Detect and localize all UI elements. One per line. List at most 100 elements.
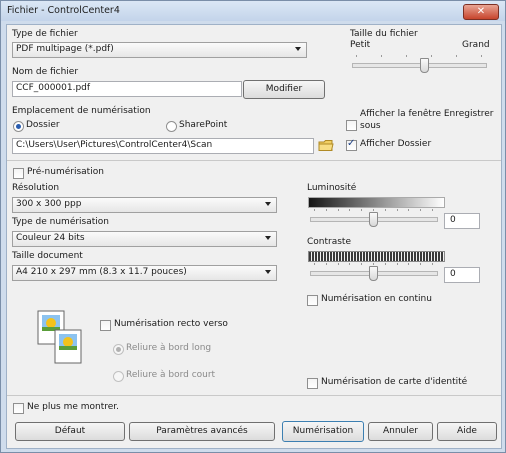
contrast-value-field[interactable]: 0 bbox=[444, 267, 480, 283]
scan-location-label: Emplacement de numérisation bbox=[12, 106, 151, 116]
slider-tick bbox=[349, 209, 350, 211]
divider bbox=[7, 160, 501, 161]
folder-radio-label[interactable]: Dossier bbox=[26, 120, 60, 130]
show-folder-label[interactable]: Afficher Dossier bbox=[360, 139, 431, 149]
file-name-value: CCF_000001.pdf bbox=[16, 83, 91, 93]
show-save-window-checkbox[interactable] bbox=[346, 120, 357, 131]
duplex-checkbox[interactable] bbox=[100, 320, 111, 331]
folder-icon bbox=[318, 140, 334, 151]
chevron-down-icon bbox=[295, 47, 301, 51]
document-size-value: A4 210 x 297 mm (8.3 x 11.7 pouces) bbox=[16, 267, 187, 277]
title-bar: Fichier - ControlCenter4 ✕ bbox=[1, 1, 505, 21]
slider-tick bbox=[349, 263, 350, 265]
dont-show-checkbox[interactable] bbox=[13, 403, 24, 414]
slider-tick bbox=[338, 263, 339, 265]
file-size-small-label: Petit bbox=[350, 40, 371, 50]
window-title: Fichier - ControlCenter4 bbox=[7, 5, 120, 16]
dont-show-label[interactable]: Ne plus me montrer. bbox=[27, 402, 119, 412]
file-size-large-label: Grand bbox=[462, 40, 490, 50]
folder-radio[interactable] bbox=[13, 121, 24, 132]
folder-browse-button[interactable] bbox=[318, 139, 334, 152]
contrast-thumb[interactable] bbox=[369, 266, 378, 281]
scan-type-label: Type de numérisation bbox=[12, 217, 110, 227]
duplex-pages-icon bbox=[37, 310, 85, 366]
slider-tick bbox=[361, 263, 362, 265]
short-edge-label[interactable]: Reliure à bord court bbox=[126, 370, 215, 380]
slider-tick bbox=[432, 209, 433, 211]
brightness-gradient bbox=[308, 197, 445, 208]
id-card-scan-checkbox[interactable] bbox=[307, 378, 318, 389]
slider-tick bbox=[326, 209, 327, 211]
scan-path-field[interactable]: C:\Users\User\Pictures\ControlCenter4\Sc… bbox=[12, 138, 314, 154]
sharepoint-radio-label[interactable]: SharePoint bbox=[179, 120, 227, 130]
close-button[interactable]: ✕ bbox=[463, 4, 499, 20]
slider-tick bbox=[420, 209, 421, 211]
file-name-label: Nom de fichier bbox=[12, 67, 79, 77]
slider-tick bbox=[397, 263, 398, 265]
slider-tick bbox=[326, 263, 327, 265]
cancel-button[interactable]: Annuler bbox=[368, 422, 433, 441]
chevron-down-icon bbox=[265, 202, 271, 206]
scan-button[interactable]: Numérisation bbox=[282, 421, 364, 442]
slider-tick bbox=[385, 263, 386, 265]
duplex-label[interactable]: Numérisation recto verso bbox=[114, 319, 228, 329]
brightness-value: 0 bbox=[450, 215, 456, 225]
slider-tick bbox=[456, 55, 457, 57]
slider-tick bbox=[408, 263, 409, 265]
file-type-value: PDF multipage (*.pdf) bbox=[16, 44, 114, 54]
slider-tick bbox=[481, 55, 482, 57]
long-edge-label[interactable]: Reliure à bord long bbox=[126, 343, 211, 353]
file-size-slider[interactable] bbox=[352, 51, 487, 73]
long-edge-radio[interactable] bbox=[113, 344, 124, 355]
contrast-value: 0 bbox=[450, 269, 456, 279]
slider-tick bbox=[381, 55, 382, 57]
slider-tick bbox=[356, 55, 357, 57]
advanced-settings-button[interactable]: Paramètres avancés bbox=[129, 422, 275, 441]
resolution-select[interactable]: 300 x 300 ppp bbox=[12, 197, 277, 213]
show-save-window-label-line1[interactable]: Afficher la fenêtre Enregistrer bbox=[360, 109, 493, 119]
file-size-thumb[interactable] bbox=[420, 58, 429, 73]
brightness-value-field[interactable]: 0 bbox=[444, 213, 480, 229]
chevron-down-icon bbox=[265, 270, 271, 274]
dialog-window: Fichier - ControlCenter4 ✕ Type de fichi… bbox=[0, 0, 506, 453]
document-size-label: Taille document bbox=[12, 251, 83, 261]
show-save-window-label-line2[interactable]: sous bbox=[360, 121, 381, 131]
file-type-select[interactable]: PDF multipage (*.pdf) bbox=[12, 42, 307, 58]
divider bbox=[7, 395, 501, 396]
slider-tick bbox=[408, 209, 409, 211]
brightness-slider[interactable] bbox=[310, 209, 438, 229]
slider-tick bbox=[406, 55, 407, 57]
default-button[interactable]: Défaut bbox=[15, 422, 125, 441]
slider-tick bbox=[397, 209, 398, 211]
id-card-scan-label[interactable]: Numérisation de carte d'identité bbox=[321, 377, 467, 387]
resolution-label: Résolution bbox=[12, 183, 60, 193]
file-type-label: Type de fichier bbox=[12, 29, 78, 39]
show-folder-checkbox[interactable] bbox=[346, 138, 357, 151]
file-size-label: Taille du fichier bbox=[350, 29, 418, 39]
short-edge-radio[interactable] bbox=[113, 371, 124, 382]
prescan-label[interactable]: Pré-numérisation bbox=[27, 167, 104, 177]
file-name-field[interactable]: CCF_000001.pdf bbox=[12, 81, 242, 97]
slider-tick bbox=[338, 209, 339, 211]
scan-type-value: Couleur 24 bits bbox=[16, 233, 85, 243]
slider-tick bbox=[431, 55, 432, 57]
prescan-checkbox[interactable] bbox=[13, 168, 24, 179]
help-button[interactable]: Aide bbox=[437, 422, 497, 441]
close-icon: ✕ bbox=[476, 6, 486, 17]
sharepoint-radio[interactable] bbox=[166, 121, 177, 132]
scan-path-value: C:\Users\User\Pictures\ControlCenter4\Sc… bbox=[16, 140, 213, 150]
brightness-label: Luminosité bbox=[307, 183, 357, 193]
chevron-down-icon bbox=[265, 236, 271, 240]
contrast-label: Contraste bbox=[307, 237, 351, 247]
document-size-select[interactable]: A4 210 x 297 mm (8.3 x 11.7 pouces) bbox=[12, 265, 277, 281]
slider-tick bbox=[385, 209, 386, 211]
modify-button[interactable]: Modifier bbox=[243, 80, 325, 99]
continuous-scan-label[interactable]: Numérisation en continu bbox=[321, 294, 432, 304]
slider-tick bbox=[314, 263, 315, 265]
slider-tick bbox=[314, 209, 315, 211]
slider-tick bbox=[361, 209, 362, 211]
brightness-thumb[interactable] bbox=[369, 212, 378, 227]
scan-type-select[interactable]: Couleur 24 bits bbox=[12, 231, 277, 247]
contrast-slider[interactable] bbox=[310, 263, 438, 283]
continuous-scan-checkbox[interactable] bbox=[307, 295, 318, 306]
